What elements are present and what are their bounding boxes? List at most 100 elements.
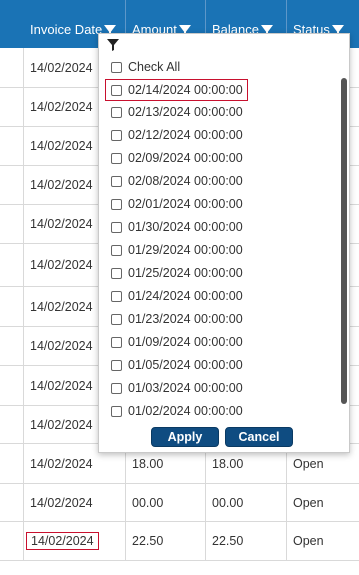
- cell-value: 22.50: [212, 534, 244, 548]
- filter-option-label: 01/05/2024 00:00:00: [128, 358, 243, 372]
- filter-option[interactable]: 01/23/2024 00:00:00: [111, 310, 243, 328]
- filter-option-label: 01/02/2024 00:00:00: [128, 404, 243, 418]
- row-selector[interactable]: [0, 327, 24, 365]
- checkbox[interactable]: [111, 106, 122, 118]
- cell-value: 14/02/2024: [30, 299, 93, 314]
- row-selector[interactable]: [0, 444, 24, 483]
- filter-option[interactable]: 02/09/2024 00:00:00: [111, 149, 243, 167]
- filter-option[interactable]: 01/02/2024 00:00:00: [111, 402, 243, 420]
- filter-option-label: 02/08/2024 00:00:00: [128, 174, 243, 188]
- filter-option-label: 02/01/2024 00:00:00: [128, 197, 243, 211]
- checkbox[interactable]: [111, 152, 122, 164]
- funnel-icon[interactable]: [260, 24, 273, 37]
- cell-value: 14/02/2024: [30, 456, 93, 471]
- row-selector[interactable]: [0, 366, 24, 405]
- cell-value: 00.00: [212, 495, 244, 510]
- checkbox[interactable]: [111, 244, 122, 256]
- cell-value: 14/02/2024: [30, 495, 93, 510]
- cell-value: 14/02/2024: [30, 417, 93, 432]
- filter-option-label: 01/29/2024 00:00:00: [128, 243, 243, 257]
- filter-option-label: 02/09/2024 00:00:00: [128, 151, 243, 165]
- filter-option[interactable]: 01/09/2024 00:00:00: [111, 333, 243, 351]
- checkbox[interactable]: [111, 61, 122, 73]
- checkbox[interactable]: [111, 313, 122, 325]
- filter-option-label: 01/24/2024 00:00:00: [128, 289, 243, 303]
- invoice-date-cell: 14/02/2024: [24, 484, 126, 521]
- checkbox[interactable]: [111, 382, 122, 394]
- funnel-icon: [107, 39, 119, 51]
- cell-value: 22.50: [132, 534, 164, 548]
- filter-option-label: 02/13/2024 00:00:00: [128, 105, 243, 119]
- row-selector[interactable]: [0, 127, 24, 165]
- funnel-icon[interactable]: [104, 24, 117, 37]
- funnel-icon[interactable]: [178, 24, 191, 37]
- table-row[interactable]: 14/02/2024 22.50 22.50 Open: [0, 522, 359, 561]
- checkbox[interactable]: [111, 405, 122, 417]
- cell-value: 18.00: [212, 456, 244, 471]
- cell-value: 14/02/2024: [30, 258, 93, 272]
- cell-value: 14/02/2024: [30, 139, 93, 153]
- filter-option-label: 02/14/2024 00:00:00: [128, 83, 243, 97]
- checkbox[interactable]: [111, 267, 122, 279]
- cell-value: Open: [293, 495, 324, 510]
- filter-option-label: 02/12/2024 00:00:00: [128, 128, 243, 142]
- checkbox[interactable]: [111, 84, 122, 96]
- filter-option-highlighted[interactable]: 02/14/2024 00:00:00: [105, 79, 248, 101]
- checkbox[interactable]: [111, 198, 122, 210]
- row-selector[interactable]: [0, 522, 24, 560]
- filter-popup: Check All 02/14/2024 00:00:00 02/13/2024 …: [98, 33, 350, 453]
- cell-value: 14/02/2024: [30, 339, 93, 353]
- filter-option[interactable]: 01/25/2024 00:00:00: [111, 264, 243, 282]
- row-selector[interactable]: [0, 166, 24, 204]
- filter-option[interactable]: 02/13/2024 00:00:00: [111, 103, 243, 121]
- cell-value: 14/02/2024: [30, 178, 93, 192]
- apply-button[interactable]: Apply: [151, 427, 219, 447]
- row-selector[interactable]: [0, 48, 24, 87]
- filter-option-label: 01/25/2024 00:00:00: [128, 266, 243, 280]
- row-selector[interactable]: [0, 244, 24, 286]
- checkbox[interactable]: [111, 290, 122, 302]
- status-cell: Open: [287, 484, 359, 521]
- checkbox[interactable]: [111, 336, 122, 348]
- row-selector[interactable]: [0, 406, 24, 443]
- filter-option[interactable]: 02/08/2024 00:00:00: [111, 172, 243, 190]
- cell-value: 14/02/2024: [30, 100, 93, 114]
- row-selector[interactable]: [0, 287, 24, 326]
- cell-value: 14/02/2024: [30, 60, 93, 75]
- filter-option[interactable]: 01/30/2024 00:00:00: [111, 218, 243, 236]
- checkbox[interactable]: [111, 359, 122, 371]
- row-selector[interactable]: [0, 205, 24, 243]
- table-row[interactable]: 14/02/2024 00.00 00.00 Open: [0, 484, 359, 522]
- row-selector[interactable]: [0, 88, 24, 126]
- check-all-label: Check All: [128, 60, 181, 74]
- cell-value: 14/02/2024: [30, 378, 93, 393]
- cell-value: Open: [293, 456, 324, 471]
- status-cell: Open: [287, 522, 359, 560]
- funnel-icon[interactable]: [331, 24, 344, 37]
- checkbox[interactable]: [111, 175, 122, 187]
- scrollbar[interactable]: [341, 78, 347, 404]
- header-label: Invoice Date: [30, 22, 103, 38]
- amount-cell: 22.50: [126, 522, 206, 560]
- filter-option[interactable]: 02/01/2024 00:00:00: [111, 195, 243, 213]
- cell-value: Open: [293, 534, 324, 548]
- filter-option-label: 01/23/2024 00:00:00: [128, 312, 243, 326]
- filter-option[interactable]: 01/24/2024 00:00:00: [111, 287, 243, 305]
- cancel-button[interactable]: Cancel: [225, 427, 293, 447]
- cell-value: 14/02/2024: [30, 217, 93, 231]
- row-selector[interactable]: [0, 484, 24, 521]
- highlighted-cell-value: 14/02/2024: [26, 532, 99, 550]
- filter-option-label: 01/03/2024 00:00:00: [128, 381, 243, 395]
- filter-option[interactable]: 01/29/2024 00:00:00: [111, 241, 243, 259]
- amount-cell: 00.00: [126, 484, 206, 521]
- filter-option[interactable]: 02/12/2024 00:00:00: [111, 126, 243, 144]
- filter-option[interactable]: 01/03/2024 00:00:00: [111, 379, 243, 397]
- checkbox[interactable]: [111, 129, 122, 141]
- invoice-date-cell: 14/02/2024: [24, 522, 126, 560]
- filter-option-label: 01/09/2024 00:00:00: [128, 335, 243, 349]
- check-all-option[interactable]: Check All: [111, 58, 180, 76]
- filter-option[interactable]: 01/05/2024 00:00:00: [111, 356, 243, 374]
- filter-option-label: 01/30/2024 00:00:00: [128, 220, 243, 234]
- checkbox[interactable]: [111, 221, 122, 233]
- cell-value: 18.00: [132, 456, 164, 471]
